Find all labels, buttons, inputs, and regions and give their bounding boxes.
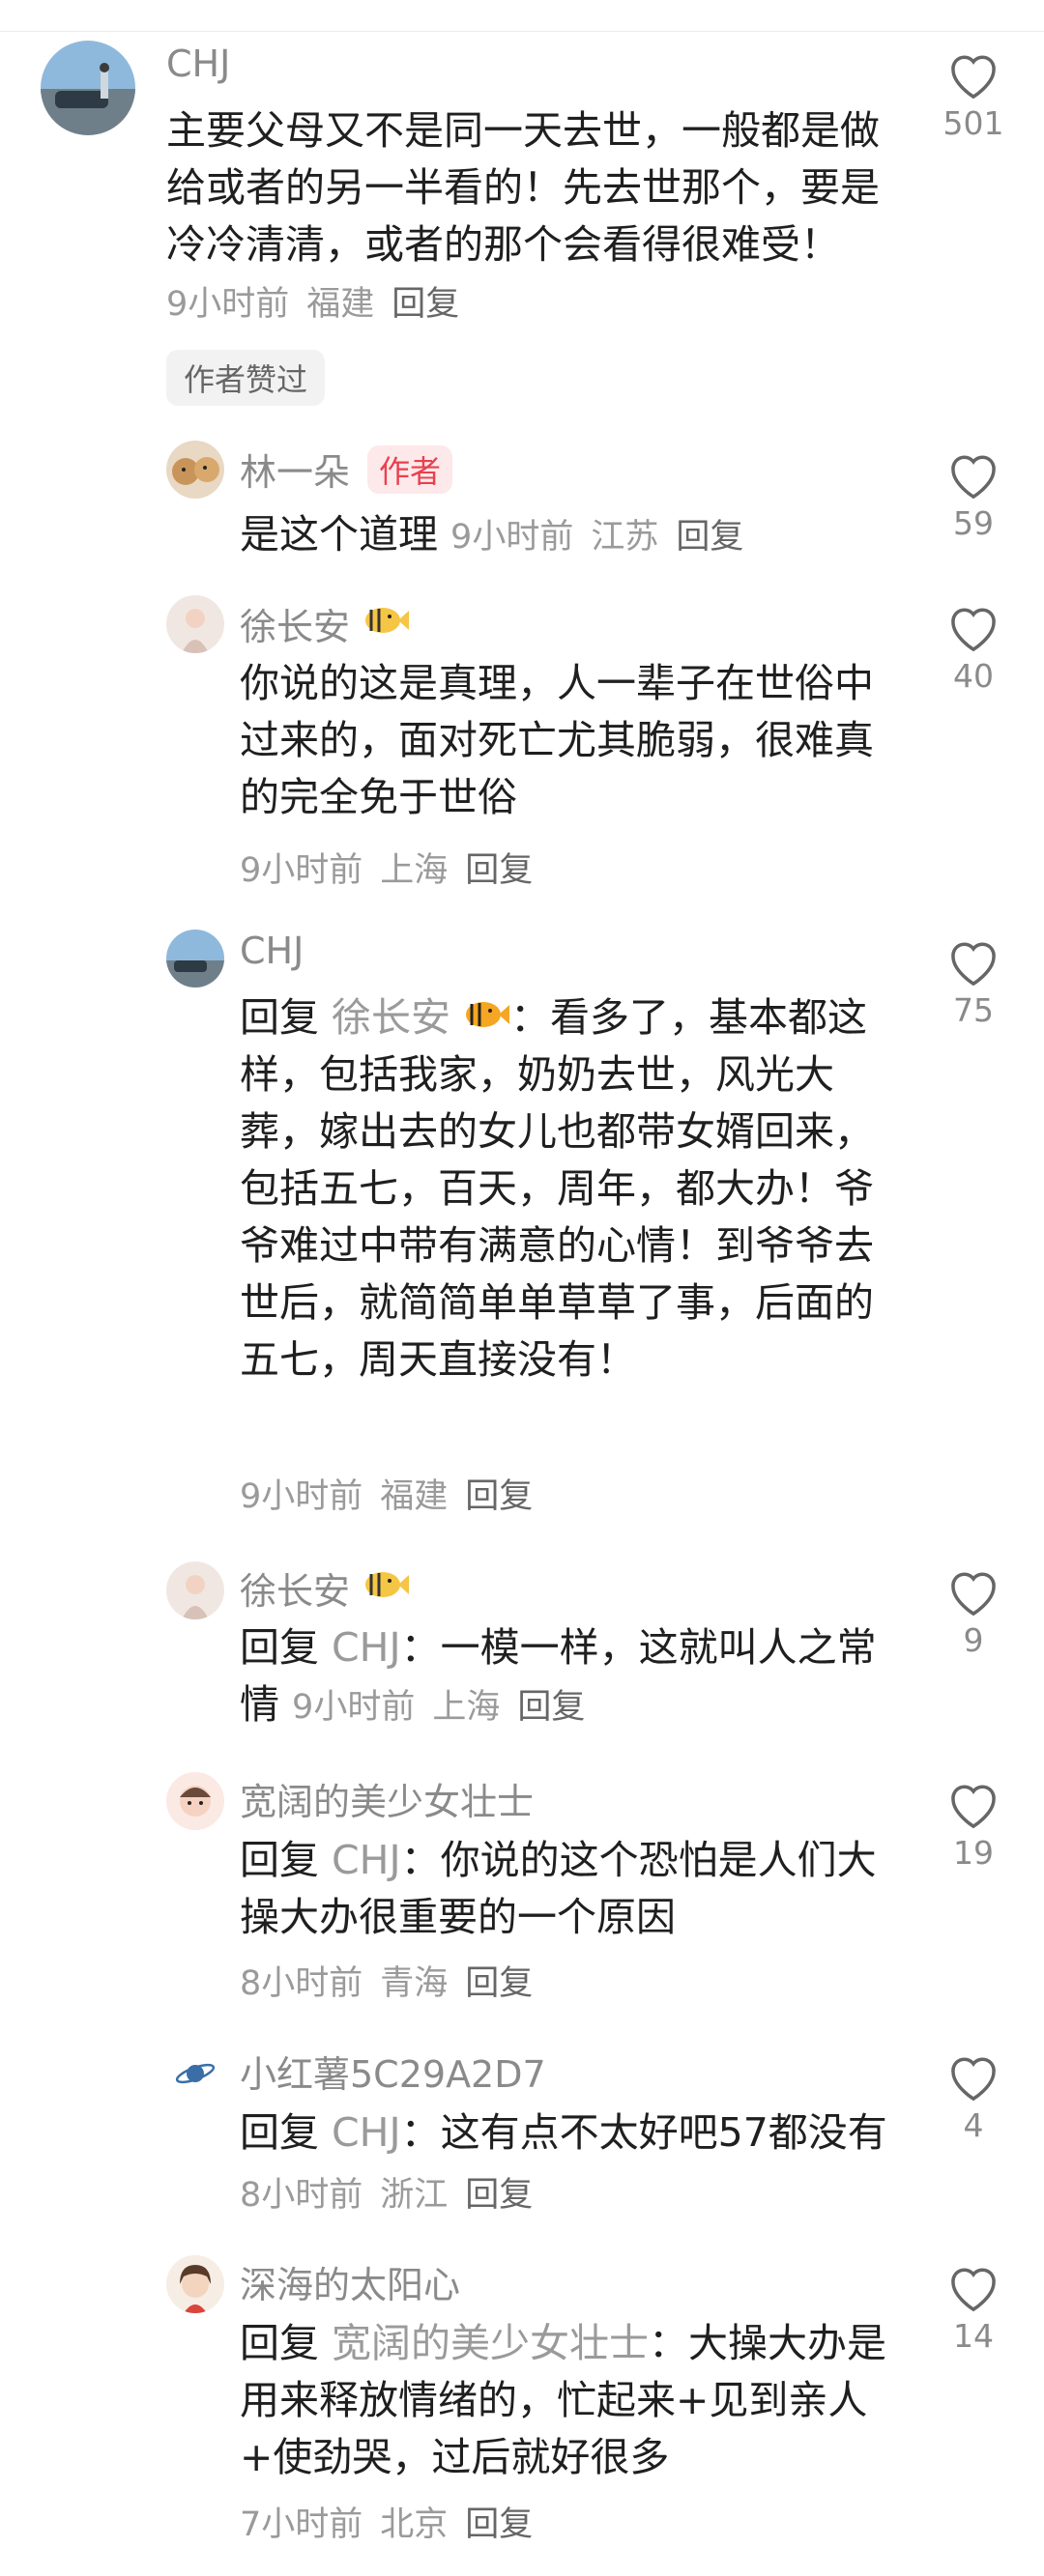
comment-username[interactable]: CHJ <box>240 930 304 972</box>
avatar[interactable] <box>41 41 135 135</box>
comment-username[interactable]: CHJ <box>166 43 230 85</box>
reply-target-username[interactable]: 徐长安 <box>332 994 450 1041</box>
top-divider <box>0 0 1044 32</box>
heart-outline-icon <box>951 55 996 100</box>
comment-username[interactable]: 小红薯5C29A2D7 <box>240 2045 546 2098</box>
like-button[interactable]: 4 <box>940 2052 1007 2144</box>
avatar[interactable] <box>166 2045 224 2103</box>
like-button[interactable]: 75 <box>940 937 1007 1029</box>
comment-text: 主要父母又不是同一天去世，一般都是做给或者的另一半看的！先去世那个，要是冷冷清清… <box>166 107 880 324</box>
author-liked-badge: 作者赞过 <box>166 350 326 406</box>
comment-text: 你说的这是真理，人一辈子在世俗中过来的，面对死亡尤其脆弱，很难真的完全免于世俗 <box>240 660 874 820</box>
avatar[interactable] <box>166 1772 224 1830</box>
like-button[interactable]: 501 <box>940 50 1007 142</box>
comment-text: 回复 徐长安 ：看多了，基本都这样，包括我家，奶奶去世，风光大葬，嫁出去的女儿也都… <box>240 989 878 1388</box>
like-count: 14 <box>953 2317 994 2355</box>
comment-username[interactable]: 徐长安 <box>240 597 410 650</box>
avatar[interactable] <box>166 930 224 987</box>
like-button[interactable]: 19 <box>940 1780 1007 1872</box>
reply-button[interactable]: 回复 <box>676 518 743 557</box>
comment-text: 回复 CHJ：一模一样，这就叫人之常情 9小时前 上海 回复 <box>240 1624 877 1728</box>
reply-button[interactable]: 回复 <box>465 2176 533 2215</box>
heart-outline-icon <box>951 2057 996 2102</box>
comment-username[interactable]: 深海的太阳心 <box>240 2255 460 2308</box>
reply-button[interactable]: 回复 <box>465 1964 533 2003</box>
comment-time: 9小时前 <box>240 1477 363 1516</box>
comment-location: 江苏 <box>591 518 659 557</box>
heart-outline-icon <box>951 942 996 987</box>
avatar[interactable] <box>166 441 224 499</box>
reply-target-username[interactable]: CHJ <box>332 1624 401 1671</box>
reply-target-username[interactable]: 宽阔的美少女壮士 <box>332 2320 649 2366</box>
comment-meta: 8小时前 浙江 回复 <box>240 2176 550 2215</box>
comment-username[interactable]: 徐长安 <box>240 1561 410 1615</box>
comment-text: 回复 宽阔的美少女壮士：大操大办是用来释放情绪的，忙起来+见到亲人+使劲哭，过后… <box>240 2320 887 2480</box>
comment-text: 回复 CHJ：你说的这个恐怕是人们大操大办很重要的一个原因 <box>240 1837 877 1940</box>
reply-target-username[interactable]: CHJ <box>332 2109 401 2156</box>
comment-location: 福建 <box>380 1477 449 1516</box>
heart-outline-icon <box>951 1785 996 1829</box>
like-count: 40 <box>953 657 994 695</box>
comment-location: 浙江 <box>380 2176 449 2215</box>
planet-icon <box>175 2063 216 2084</box>
heart-outline-icon <box>951 608 996 652</box>
like-button[interactable]: 59 <box>940 450 1007 542</box>
reply-button[interactable]: 回复 <box>465 1477 533 1516</box>
comment-time: 9小时前 <box>166 285 290 324</box>
reply-button[interactable]: 回复 <box>465 851 533 890</box>
comment-location: 北京 <box>380 2505 449 2544</box>
like-count: 75 <box>953 991 994 1029</box>
like-count: 19 <box>953 1834 994 1872</box>
comment-meta: 9小时前 上海 回复 <box>240 843 550 892</box>
avatar[interactable] <box>166 2255 224 2313</box>
fish-emoji-icon <box>363 1567 410 1610</box>
comment-username[interactable]: 宽阔的美少女壮士 <box>240 1772 534 1825</box>
avatar[interactable] <box>166 1561 224 1619</box>
comment-meta: 7小时前 北京 回复 <box>240 2497 550 2546</box>
comment-location: 上海 <box>380 851 449 890</box>
like-button[interactable]: 40 <box>940 603 1007 695</box>
reply-button[interactable]: 回复 <box>392 285 459 324</box>
heart-outline-icon <box>951 455 996 500</box>
comment-username[interactable]: 林一朵 作者 <box>240 443 453 496</box>
like-button[interactable]: 9 <box>940 1567 1007 1659</box>
comment-meta: 9小时前 福建 回复 <box>166 285 477 324</box>
reply-target-username[interactable]: CHJ <box>332 1837 401 1883</box>
comment-time: 9小时前 <box>292 1688 416 1727</box>
like-count: 59 <box>953 504 994 542</box>
comment-text: 回复 CHJ：这有点不太好吧57都没有 8小时前 浙江 回复 <box>240 2109 887 2215</box>
like-count: 4 <box>963 2106 984 2144</box>
comment-location: 青海 <box>380 1964 449 2003</box>
comment-meta: 9小时前 江苏 回复 <box>450 518 761 557</box>
comment-meta: 9小时前 福建 回复 <box>240 1469 550 1518</box>
author-badge: 作者 <box>367 444 453 494</box>
like-count: 9 <box>963 1621 984 1659</box>
comment-time: 8小时前 <box>240 2176 363 2215</box>
reply-button[interactable]: 回复 <box>465 2505 533 2544</box>
comment-meta: 8小时前 青海 回复 <box>240 1956 550 2005</box>
comment-time: 8小时前 <box>240 1964 363 2003</box>
reply-button[interactable]: 回复 <box>517 1688 585 1727</box>
comment-location: 上海 <box>432 1688 501 1727</box>
heart-outline-icon <box>951 1572 996 1617</box>
comment-location: 福建 <box>306 285 375 324</box>
comment-time: 9小时前 <box>450 518 574 557</box>
comment-text: 是这个道理 9小时前 江苏 回复 <box>240 506 916 566</box>
comment-meta: 9小时前 上海 回复 <box>292 1688 602 1727</box>
comment-time: 7小时前 <box>240 2505 363 2544</box>
heart-outline-icon <box>951 2268 996 2312</box>
fish-emoji-icon <box>464 989 510 1046</box>
like-button[interactable]: 14 <box>940 2263 1007 2355</box>
fish-emoji-icon <box>363 603 410 645</box>
avatar[interactable] <box>166 595 224 653</box>
comment-time: 9小时前 <box>240 851 363 890</box>
like-count: 501 <box>942 104 1004 142</box>
